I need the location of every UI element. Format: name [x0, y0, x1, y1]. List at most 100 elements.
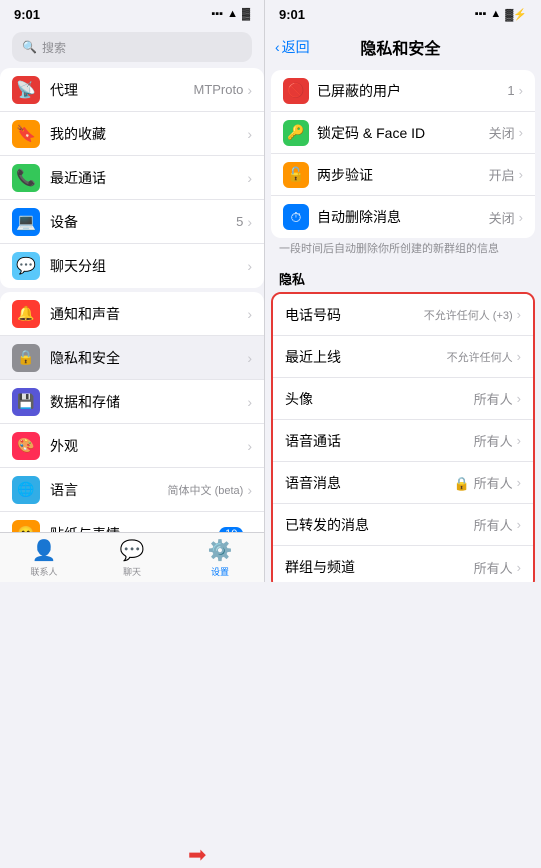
devices-label: 设备 [50, 212, 236, 232]
settings-tab-icon: ⚙️ [208, 538, 233, 563]
autodelete-icon: ⏱ [283, 204, 309, 230]
folders-label: 聊天分组 [50, 256, 247, 276]
lastseen-chevron: › [517, 349, 521, 364]
storage-chevron: › [247, 394, 252, 410]
privacy-settings-chevron: › [247, 350, 252, 366]
sidebar-item-sticker[interactable]: 😊 贴纸与表情 10 › [0, 512, 264, 532]
sidebar-item-privacy[interactable]: 🔒 隐私和安全 › [0, 336, 264, 380]
passcode-chevron: › [519, 125, 523, 140]
left-panel: 9:01 ▪▪▪ ▲ ▓ 🔍 搜索 📡 代理 MTProto › 🔖 我的收藏 [0, 0, 265, 582]
back-button[interactable]: ‹ 返回 [275, 37, 310, 57]
sidebar-item-appearance[interactable]: 🎨 外观 › [0, 424, 264, 468]
left-status-time: 9:01 [14, 7, 40, 22]
autodelete-value: 关闭 [489, 208, 515, 227]
twostep-icon: 🔓 [283, 162, 309, 188]
twostep-label: 两步验证 [317, 165, 489, 185]
sidebar-item-calls[interactable]: 📞 最近通话 › [0, 156, 264, 200]
sidebar-item-storage[interactable]: 💾 数据和存储 › [0, 380, 264, 424]
left-status-bar: 9:01 ▪▪▪ ▲ ▓ [0, 0, 264, 28]
passcode-label: 锁定码 & Face ID [317, 123, 489, 143]
tab-contacts[interactable]: 👤 联系人 [0, 533, 88, 582]
tab-chats[interactable]: 💬 聊天 [88, 533, 176, 582]
right-panel: 9:01 ▪▪▪ ▲ ▓⚡ ‹ 返回 隐私和安全 🚫 已屏蔽的用户 1 › � [265, 0, 541, 582]
right-item-phone[interactable]: 电话号码 不允许任何人 (+3) › [273, 294, 533, 336]
favorites-label: 我的收藏 [50, 124, 247, 144]
right-status-time: 9:01 [279, 7, 305, 22]
calls-icon: 📞 [12, 164, 40, 192]
phone-chevron: › [517, 307, 521, 322]
sidebar-item-notifications[interactable]: 🔔 通知和声音 › [0, 292, 264, 336]
twostep-chevron: › [519, 167, 523, 182]
devices-chevron: › [247, 214, 252, 230]
settings-section-secondary: 🔔 通知和声音 › 🔒 隐私和安全 › 💾 数据和存储 › 🎨 外观 › [0, 292, 264, 532]
right-item-voicemsg[interactable]: 语音消息 🔒 所有人 › [273, 462, 533, 504]
right-item-voicecall[interactable]: 语音通话 所有人 › [273, 420, 533, 462]
blocked-label: 已屏蔽的用户 [317, 81, 507, 101]
avatar-value: 所有人 [474, 389, 513, 408]
groups-value: 所有人 [474, 558, 513, 577]
forwarded-label: 已转发的消息 [285, 515, 474, 535]
left-status-icons: ▪▪▪ ▲ ▓ [211, 8, 250, 20]
right-item-lastseen[interactable]: 最近上线 不允许任何人 › [273, 336, 533, 378]
search-input[interactable]: 🔍 搜索 [12, 32, 252, 62]
right-item-autodelete[interactable]: ⏱ 自动删除消息 关闭 › [271, 196, 535, 238]
language-chevron: › [247, 482, 252, 498]
forwarded-value: 所有人 [474, 515, 513, 534]
chats-tab-icon: 💬 [120, 538, 145, 563]
sidebar-item-devices[interactable]: 💻 设备 5 › [0, 200, 264, 244]
autodelete-label: 自动删除消息 [317, 207, 489, 227]
proxy-icon: 📡 [12, 76, 40, 104]
tab-settings[interactable]: ⚙️ 设置 [176, 533, 264, 582]
autodelete-chevron: › [519, 210, 523, 225]
right-nav-bar: ‹ 返回 隐私和安全 [265, 28, 541, 66]
sidebar-item-proxy[interactable]: 📡 代理 MTProto › [0, 68, 264, 112]
passcode-value: 关闭 [489, 123, 515, 142]
proxy-label: 代理 [50, 80, 193, 100]
voicecall-value: 所有人 [474, 431, 513, 450]
phone-label: 电话号码 [285, 305, 424, 325]
sticker-label: 贴纸与表情 [50, 524, 219, 533]
contacts-tab-icon: 👤 [32, 538, 57, 563]
lastseen-label: 最近上线 [285, 347, 447, 367]
voicecall-label: 语音通话 [285, 431, 474, 451]
language-label: 语言 [50, 480, 168, 500]
right-item-groups[interactable]: 群组与频道 所有人 › [273, 546, 533, 582]
sticker-icon: 😊 [12, 520, 40, 533]
voicecall-chevron: › [517, 433, 521, 448]
favorites-icon: 🔖 [12, 120, 40, 148]
red-arrow-icon: ➡ [188, 842, 206, 868]
right-item-forwarded[interactable]: 已转发的消息 所有人 › [273, 504, 533, 546]
folders-chevron: › [247, 258, 252, 274]
privacy-settings-label: 隐私和安全 [50, 348, 247, 368]
chats-tab-label: 聊天 [123, 565, 141, 578]
right-wifi-icon: ▲ [490, 8, 501, 20]
contacts-tab-label: 联系人 [30, 565, 57, 578]
sidebar-item-language[interactable]: 🌐 语言 简体中文 (beta) › [0, 468, 264, 512]
blocked-value: 1 [507, 83, 514, 98]
back-chevron-icon: ‹ [275, 39, 280, 55]
voicemsg-value: 🔒 所有人 [454, 473, 513, 492]
right-item-avatar[interactable]: 头像 所有人 › [273, 378, 533, 420]
right-item-twostep[interactable]: 🔓 两步验证 开启 › [271, 154, 535, 196]
settings-list: 📡 代理 MTProto › 🔖 我的收藏 › 📞 最近通话 › 💻 设备 [0, 68, 264, 532]
top-section: 🚫 已屏蔽的用户 1 › 🔑 锁定码 & Face ID 关闭 › 🔓 两步验证… [271, 70, 535, 238]
sidebar-item-favorites[interactable]: 🔖 我的收藏 › [0, 112, 264, 156]
left-search-bar: 🔍 搜索 [0, 28, 264, 68]
sidebar-item-folders[interactable]: 💬 聊天分组 › [0, 244, 264, 288]
twostep-value: 开启 [489, 165, 515, 184]
language-icon: 🌐 [12, 476, 40, 504]
voicemsg-chevron: › [517, 475, 521, 490]
signal-icon: ▪▪▪ [211, 8, 223, 20]
storage-icon: 💾 [12, 388, 40, 416]
right-item-blocked[interactable]: 🚫 已屏蔽的用户 1 › [271, 70, 535, 112]
avatar-chevron: › [517, 391, 521, 406]
groups-chevron: › [517, 560, 521, 575]
settings-section-main: 📡 代理 MTProto › 🔖 我的收藏 › 📞 最近通话 › 💻 设备 [0, 68, 264, 288]
right-item-passcode[interactable]: 🔑 锁定码 & Face ID 关闭 › [271, 112, 535, 154]
appearance-icon: 🎨 [12, 432, 40, 460]
devices-value: 5 [236, 214, 243, 229]
calls-label: 最近通话 [50, 168, 247, 188]
wifi-icon: ▲ [227, 8, 238, 20]
privacy-section: 电话号码 不允许任何人 (+3) › 最近上线 不允许任何人 › 头像 所有人 … [271, 292, 535, 582]
devices-icon: 💻 [12, 208, 40, 236]
